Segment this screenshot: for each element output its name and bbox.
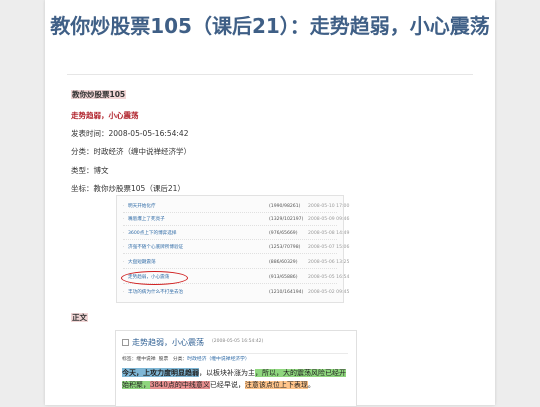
category: 分类：时政经济（缠中说禅经济学）	[71, 147, 191, 156]
page-title: 教你炒股票105（课后21）：走势趋弱，小心震荡	[50, 14, 490, 38]
document-icon	[122, 339, 129, 346]
list-item: · 3600点上下的博弈选择 (976/65669) 2008-05-08 14…	[123, 229, 349, 240]
blog-list-screenshot: · 明天开始化疗 (1990/98261) 2008-05-10 17:00 ·…	[116, 195, 350, 303]
list-item: · 明天开始化疗 (1990/98261) 2008-05-10 17:00	[123, 202, 349, 213]
bullet-icon: ·	[123, 260, 125, 265]
coordinate: 坐标：教你炒股票105（课后21）	[71, 184, 185, 193]
article-card: 教你炒股票105（课后21）：走势趋弱，小心震荡 教你炒股票105 走势趋弱，小…	[45, 0, 495, 407]
list-item: · 丰功的病为什么不打坐去治 (1210/164194) 2008-05-02 …	[123, 290, 350, 295]
article-divider	[124, 353, 348, 354]
article-tags: 标签：缠中说禅 股票 分类：时政经济（缠中说禅经济学）	[122, 357, 250, 362]
post-type: 类型：博文	[71, 166, 109, 175]
bullet-icon: ·	[123, 231, 125, 236]
body-heading: 正文	[71, 313, 88, 322]
list-item: · 大盘短期震荡 (886/60329) 2008-05-06 13:25	[123, 258, 349, 269]
bullet-icon: ·	[123, 245, 125, 250]
list-item: · 济强不随个心底牌所博验证 (1253/70798) 2008-05-07 1…	[123, 243, 349, 254]
series-name: 教你炒股票105	[71, 90, 127, 99]
article-body: 今天，上攻力度明显趋弱，以板块补涨为主，所以，大的震荡风险已经开始积聚，3840…	[122, 368, 346, 389]
bullet-icon: ·	[123, 204, 125, 209]
highlight-circle	[121, 271, 188, 285]
list-item: · 嘴唇爆上了死亮子 (1329/102197) 2008-05-09 09:4…	[123, 215, 349, 226]
article-date: (2008-05-05 16:54:42)	[212, 339, 264, 344]
post-subtitle: 走势趋弱，小心震荡	[71, 111, 139, 120]
publish-time: 发表时间：2008-05-05-16:54:42	[71, 129, 189, 138]
bullet-icon: ·	[123, 290, 125, 295]
title-divider	[67, 74, 473, 75]
article-title: 走势趋弱，小心震荡	[132, 338, 204, 347]
bullet-icon: ·	[123, 217, 125, 222]
article-screenshot: 走势趋弱，小心震荡 (2008-05-05 16:54:42) 标签：缠中说禅 …	[115, 330, 357, 407]
